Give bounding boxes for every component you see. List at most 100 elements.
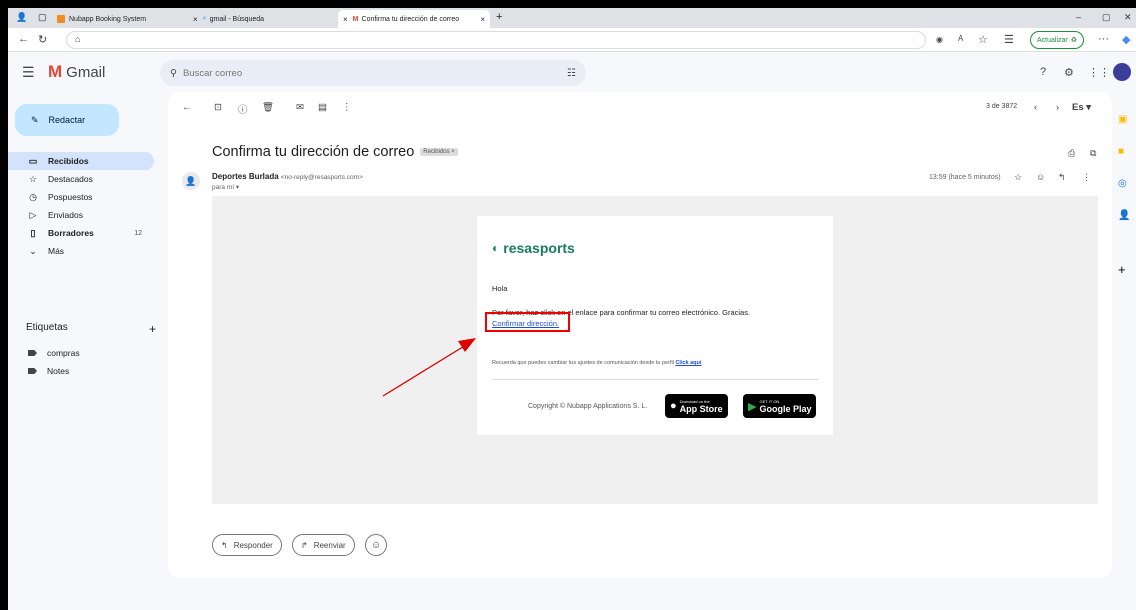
search-options-icon[interactable]: ☷ bbox=[567, 68, 576, 79]
sidebar-item-label: Pospuestos bbox=[48, 192, 93, 202]
email-subject: Confirma tu dirección de correo Recibido… bbox=[212, 144, 458, 160]
label-tag-icon bbox=[28, 350, 37, 356]
sidebar-item-inbox[interactable]: ▭ Recibidos bbox=[8, 152, 154, 170]
newer-icon[interactable]: ‹ bbox=[1034, 102, 1037, 113]
avatar[interactable] bbox=[1113, 63, 1131, 81]
back-to-inbox-icon[interactable]: ← bbox=[182, 102, 192, 113]
mark-unread-icon[interactable]: ✉ bbox=[296, 102, 304, 113]
label-item-compras[interactable]: compras bbox=[8, 344, 154, 362]
click-here-link[interactable]: Click aquí bbox=[675, 360, 701, 366]
settings-note: Recuerda que puedes cambiar tus ajustes … bbox=[492, 360, 701, 366]
keep-icon[interactable]: ■ bbox=[1118, 146, 1124, 157]
add-label-button[interactable]: + bbox=[149, 322, 156, 336]
sidebar-item-snoozed[interactable]: ◷ Pospuestos bbox=[8, 188, 154, 206]
tab-nubapp[interactable]: Nubapp Booking System bbox=[52, 10, 188, 28]
new-tab-button[interactable]: + bbox=[496, 11, 502, 23]
gmail-favicon-icon: M bbox=[352, 15, 359, 23]
reply-icon: ↰ bbox=[221, 540, 228, 550]
more-icon[interactable]: ··· bbox=[1098, 33, 1109, 45]
calendar-icon[interactable]: ▣ bbox=[1118, 114, 1127, 125]
label-name: compras bbox=[47, 348, 80, 358]
chevron-down-icon: ⌄ bbox=[29, 245, 37, 256]
gmail-logo[interactable]: M Gmail bbox=[48, 62, 105, 82]
sidebar-item-starred[interactable]: ☆ Destacados bbox=[8, 170, 154, 188]
tasks-icon[interactable]: ◎ bbox=[1118, 178, 1127, 189]
back-icon[interactable]: ← bbox=[18, 33, 29, 45]
archive-icon[interactable]: ⊡ bbox=[214, 102, 222, 113]
restore-button[interactable]: ▢ bbox=[1102, 12, 1111, 23]
tab-gmail-search[interactable]: × ⌕ gmail - Búsqueda bbox=[188, 10, 338, 28]
label-name: Notes bbox=[47, 366, 70, 376]
tab-label: Confirma tu dirección de correo bbox=[361, 15, 460, 23]
address-bar-row: ← ↻ ⌂ ◉ A ☆ ☰ Actualizar ♻ ··· ◆ bbox=[8, 28, 1136, 52]
minimize-button[interactable]: – bbox=[1076, 12, 1081, 22]
label-item-notes[interactable]: Notes bbox=[8, 362, 154, 380]
sidebar-item-label: Más bbox=[48, 246, 65, 256]
forward-button[interactable]: ↱ Reenviar bbox=[292, 534, 355, 556]
search-icon[interactable]: ⚲ bbox=[170, 68, 177, 79]
read-aloud-icon[interactable]: A bbox=[958, 34, 963, 43]
gmail-app: ☰ M Gmail ⚲ ☷ ? ⚙ ⋮⋮ ✎ Redactar ▭ Rec bbox=[8, 52, 1136, 610]
more-vertical-icon[interactable]: ⋮ bbox=[342, 102, 352, 113]
search-input[interactable] bbox=[182, 67, 533, 79]
emoji-button[interactable]: ☺ bbox=[365, 534, 387, 556]
reply-button[interactable]: ↰ Responder bbox=[212, 534, 282, 556]
google-play-button[interactable]: ▶ GET IT ON Google Play bbox=[743, 394, 817, 418]
move-to-icon[interactable]: ▤ bbox=[318, 102, 327, 113]
sidebar-item-more[interactable]: ⌄ Más bbox=[8, 242, 154, 260]
delete-icon[interactable]: 🗑 bbox=[262, 102, 274, 113]
omnibox[interactable]: ⌂ bbox=[66, 31, 926, 49]
gmail-logo-icon: M bbox=[48, 62, 63, 81]
reply-icon[interactable]: ↰ bbox=[1058, 172, 1066, 183]
star-icon[interactable]: ☆ bbox=[1014, 172, 1022, 183]
update-icon: ♻ bbox=[1070, 37, 1078, 44]
sidebar-item-label: Enviados bbox=[48, 210, 83, 220]
subject-text: Confirma tu dirección de correo bbox=[212, 144, 415, 160]
label-tag-icon bbox=[28, 368, 37, 374]
older-icon[interactable]: › bbox=[1056, 102, 1059, 113]
email-view: ← ⊡ ⓘ 🗑 ✉ ▤ ⋮ 3 de 3872 ‹ › Es ▾ Confirm… bbox=[168, 92, 1112, 578]
help-icon[interactable]: ? bbox=[1040, 66, 1046, 78]
app-store-button[interactable]: ● Download on the App Store bbox=[665, 394, 728, 418]
search-bar[interactable]: ⚲ ☷ bbox=[160, 60, 586, 86]
email-card: ◐ resasports Hola Por favor, haz click e… bbox=[477, 216, 833, 435]
labels-title: Etiquetas bbox=[26, 322, 68, 333]
favorites-bar-icon[interactable]: ☰ bbox=[1004, 33, 1014, 46]
reload-icon[interactable]: ↻ bbox=[38, 33, 47, 46]
open-new-window-icon[interactable]: ⧉ bbox=[1090, 148, 1096, 159]
update-button[interactable]: Actualizar ♻ bbox=[1030, 31, 1085, 49]
menu-icon[interactable]: ☰ bbox=[22, 64, 35, 81]
inbox-label-badge[interactable]: Recibidos × bbox=[420, 148, 458, 156]
sidebar-item-drafts[interactable]: ▯ Borradores 12 bbox=[8, 224, 154, 242]
favorite-icon[interactable]: ☆ bbox=[978, 33, 988, 46]
add-addon-icon[interactable]: + bbox=[1118, 262, 1126, 277]
compose-label: Redactar bbox=[48, 115, 86, 125]
language-selector[interactable]: Es ▾ bbox=[1072, 102, 1091, 113]
tab-actions-icon[interactable]: ▢ bbox=[38, 12, 47, 23]
draft-icon: ▯ bbox=[30, 227, 36, 238]
tab-close-icon[interactable]: × bbox=[193, 15, 198, 24]
google-play-icon: ▶ bbox=[748, 400, 757, 413]
tab-label: Nubapp Booking System bbox=[69, 15, 147, 23]
tracking-icon[interactable]: ◉ bbox=[936, 35, 943, 44]
sender-name: Deportes Burlada bbox=[212, 172, 279, 181]
contacts-icon[interactable]: 👤 bbox=[1118, 210, 1130, 221]
apps-grid-icon[interactable]: ⋮⋮ bbox=[1088, 66, 1110, 79]
more-vertical-icon[interactable]: ⋮ bbox=[1082, 172, 1091, 183]
tab-close-icon[interactable]: × bbox=[480, 15, 485, 24]
annotation-highlight-box bbox=[485, 312, 570, 332]
emoji-reaction-icon[interactable]: ☺ bbox=[1036, 172, 1045, 182]
print-icon[interactable]: ⎙ bbox=[1068, 148, 1075, 159]
tab-close-icon[interactable]: × bbox=[343, 15, 348, 24]
tab-confirm-email[interactable]: × M Confirma tu dirección de correo × bbox=[338, 10, 490, 28]
copyright-text: Copyright © Nubapp Applications S. L. bbox=[528, 403, 648, 410]
search-favicon-icon: ⌕ bbox=[202, 15, 207, 22]
profile-icon[interactable]: 👤 bbox=[16, 12, 27, 23]
copilot-icon[interactable]: ◆ bbox=[1122, 33, 1130, 46]
sidebar-item-sent[interactable]: ▷ Enviados bbox=[8, 206, 154, 224]
gear-icon[interactable]: ⚙ bbox=[1064, 66, 1074, 79]
compose-button[interactable]: ✎ Redactar bbox=[15, 104, 119, 136]
recipient-dropdown[interactable]: para mí ▾ bbox=[212, 183, 239, 191]
report-spam-icon[interactable]: ⓘ bbox=[238, 102, 248, 116]
close-window-button[interactable]: ✕ bbox=[1124, 12, 1132, 23]
